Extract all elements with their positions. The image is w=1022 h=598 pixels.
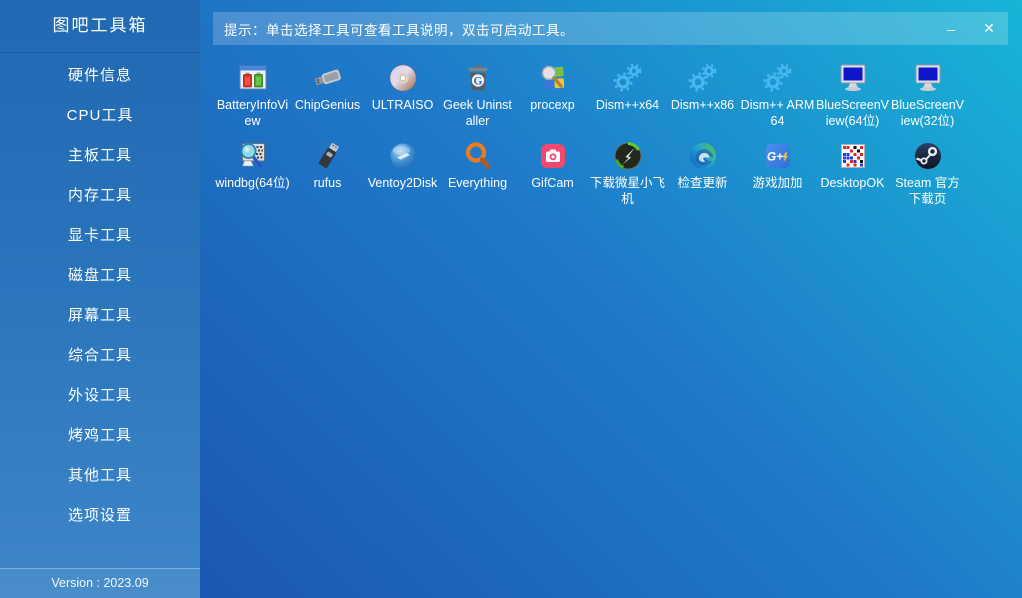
gamepp-icon: G+ (762, 140, 794, 172)
battery-window-icon (237, 62, 269, 94)
sidebar-item-motherboard-tools[interactable]: 主板工具 (0, 136, 200, 176)
tool-label: Dism++x86 (665, 97, 740, 113)
sidebar-item-comprehensive-tools[interactable]: 综合工具 (0, 336, 200, 376)
tool-item-dism-x86[interactable]: Dism++x86 (665, 62, 740, 129)
blue-monitor-icon (837, 62, 869, 94)
tool-item-dism-x64[interactable]: Dism++x64 (590, 62, 665, 129)
gears-icon (687, 62, 719, 94)
sidebar-item-other-tools[interactable]: 其他工具 (0, 456, 200, 496)
sidebar-item-memory-tools[interactable]: 内存工具 (0, 176, 200, 216)
sidebar-item-hardware-info[interactable]: 硬件信息 (0, 56, 200, 96)
jet-plane-icon (612, 140, 644, 172)
sidebar-item-gpu-tools[interactable]: 显卡工具 (0, 216, 200, 256)
blue-monitor-icon (912, 62, 944, 94)
desktop-grid-icon (837, 140, 869, 172)
usb-flash-icon (312, 62, 344, 94)
main-area: 提示：单击选择工具可查看工具说明，双击可启动工具。 – ✕ (200, 0, 1022, 598)
tool-item-batteryinfoview[interactable]: BatteryInfoView (215, 62, 290, 129)
orange-magnifier-icon (462, 140, 494, 172)
window-controls: – ✕ (932, 12, 1008, 45)
app-title: 图吧工具箱 (0, 0, 200, 53)
tip-text: 提示：单击选择工具可查看工具说明，双击可启动工具。 (224, 19, 574, 39)
tool-item-ultraiso[interactable]: ULTRAISO (365, 62, 440, 129)
usb-drive-icon (312, 140, 344, 172)
trash-can-icon: G (462, 62, 494, 94)
tool-label: Geek Uninstaller (440, 97, 515, 129)
sidebar-item-peripheral-tools[interactable]: 外设工具 (0, 376, 200, 416)
minimize-button[interactable]: – (932, 12, 970, 45)
tool-label: Dism++x64 (590, 97, 665, 113)
edge-browser-icon (687, 140, 719, 172)
tool-label: 游戏加加 (740, 175, 815, 191)
tool-item-check-update[interactable]: 检查更新 (665, 140, 740, 207)
tip-bar: 提示：单击选择工具可查看工具说明，双击可启动工具。 – ✕ (213, 12, 1008, 45)
app-window: 图吧工具箱 硬件信息 CPU工具 主板工具 内存工具 显卡工具 磁盘工具 屏幕工… (0, 0, 1022, 598)
tool-label: BlueScreenView(32位) (890, 97, 965, 129)
tool-label: Everything (440, 175, 515, 191)
version-label: Version : 2023.09 (0, 568, 200, 598)
gears-icon (762, 62, 794, 94)
tool-label: ChipGenius (290, 97, 365, 113)
tool-label: 检查更新 (665, 175, 740, 191)
blue-sphere-icon (387, 140, 419, 172)
svg-text:G+: G+ (766, 150, 782, 164)
pink-camera-icon (537, 140, 569, 172)
sidebar-menu: 硬件信息 CPU工具 主板工具 内存工具 显卡工具 磁盘工具 屏幕工具 综合工具… (0, 53, 200, 568)
tool-label: Steam 官方下载页 (890, 175, 965, 207)
steam-icon (912, 140, 944, 172)
sidebar-item-cpu-tools[interactable]: CPU工具 (0, 96, 200, 136)
tool-item-dism-arm64[interactable]: Dism++ ARM64 (740, 62, 815, 129)
sidebar-item-stress-test-tools[interactable]: 烤鸡工具 (0, 416, 200, 456)
tool-item-gamepp[interactable]: G+ 游戏加加 (740, 140, 815, 207)
sidebar-item-screen-tools[interactable]: 屏幕工具 (0, 296, 200, 336)
tool-item-gifcam[interactable]: GifCam (515, 140, 590, 207)
tool-label: BatteryInfoView (215, 97, 290, 129)
tool-item-desktopok[interactable]: DesktopOK (815, 140, 890, 207)
tool-item-steam-download-page[interactable]: Steam 官方下载页 (890, 140, 965, 207)
tool-item-geek-uninstaller[interactable]: G Geek Uninstaller (440, 62, 515, 129)
gears-icon (612, 62, 644, 94)
cd-disc-icon (387, 62, 419, 94)
tool-label: 下载微星小飞机 (590, 175, 665, 207)
tool-grid: BatteryInfoView ChipGenius (215, 62, 1022, 207)
tool-label: DesktopOK (815, 175, 890, 191)
tool-item-chipgenius[interactable]: ChipGenius (290, 62, 365, 129)
close-button[interactable]: ✕ (970, 12, 1008, 45)
tool-label: ULTRAISO (365, 97, 440, 113)
tool-label: Ventoy2Disk (365, 175, 440, 191)
tool-label: Dism++ ARM64 (740, 97, 815, 129)
debug-monitor-icon (237, 140, 269, 172)
tool-item-windbg-64[interactable]: windbg(64位) (215, 140, 290, 207)
tool-label: windbg(64位) (215, 175, 290, 191)
tool-item-rufus[interactable]: rufus (290, 140, 365, 207)
windows-magnifier-icon (537, 62, 569, 94)
tool-label: GifCam (515, 175, 590, 191)
tool-item-bluescreenview-64[interactable]: BlueScreenView(64位) (815, 62, 890, 129)
tool-item-msi-afterburner-download[interactable]: 下载微星小飞机 (590, 140, 665, 207)
sidebar-item-options-settings[interactable]: 选项设置 (0, 496, 200, 536)
tool-item-everything[interactable]: Everything (440, 140, 515, 207)
tool-label: rufus (290, 175, 365, 191)
svg-text:G: G (473, 76, 482, 88)
sidebar: 图吧工具箱 硬件信息 CPU工具 主板工具 内存工具 显卡工具 磁盘工具 屏幕工… (0, 0, 200, 598)
tool-label: procexp (515, 97, 590, 113)
tool-item-ventoy2disk[interactable]: Ventoy2Disk (365, 140, 440, 207)
tool-item-procexp[interactable]: procexp (515, 62, 590, 129)
sidebar-item-disk-tools[interactable]: 磁盘工具 (0, 256, 200, 296)
tool-label: BlueScreenView(64位) (815, 97, 890, 129)
tool-item-bluescreenview-32[interactable]: BlueScreenView(32位) (890, 62, 965, 129)
